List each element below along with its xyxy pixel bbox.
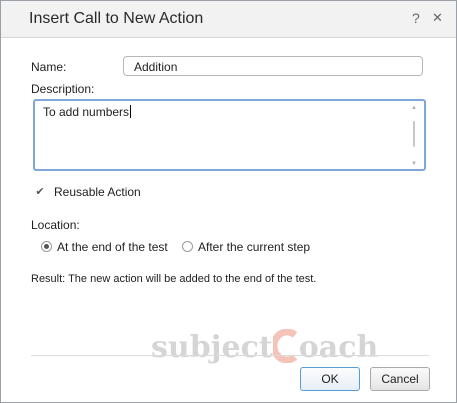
close-icon[interactable]: ✕ (432, 10, 443, 26)
location-radio-end[interactable] (41, 241, 52, 252)
footer-divider (31, 355, 429, 356)
watermark-logo-c (270, 328, 299, 364)
location-option-end[interactable]: At the end of the test (57, 240, 168, 254)
ok-button[interactable]: OK (300, 367, 360, 391)
scroll-down-icon[interactable]: ▼ (411, 161, 417, 167)
dialog-title: Insert Call to New Action (29, 10, 204, 27)
name-input[interactable]: Addition (123, 56, 423, 76)
scroll-up-icon[interactable]: ▲ (411, 105, 417, 111)
checkmark-icon: ✔ (35, 186, 45, 198)
help-icon[interactable]: ? (412, 10, 420, 26)
description-scrollbar[interactable]: ▲ ▼ (410, 103, 420, 167)
name-label: Name: (31, 60, 67, 74)
insert-call-dialog: Insert Call to New Action ? ✕ Name: Addi… (0, 0, 457, 403)
subjectcoach-watermark: subject oach (151, 328, 379, 365)
description-text: To add numbers (43, 105, 132, 119)
reusable-checkbox[interactable]: ✔ (34, 186, 46, 198)
location-label: Location: (31, 218, 80, 232)
dialog-titlebar: Insert Call to New Action ? ✕ (1, 1, 456, 38)
scroll-thumb[interactable] (413, 121, 415, 147)
reusable-label[interactable]: Reusable Action (54, 185, 141, 199)
description-label: Description: (31, 82, 95, 96)
description-textarea[interactable]: To add numbers ▲ ▼ (33, 99, 426, 171)
location-radio-after[interactable] (182, 241, 193, 252)
result-text: Result: The new action will be added to … (31, 273, 317, 285)
cancel-button[interactable]: Cancel (370, 367, 430, 391)
location-option-after[interactable]: After the current step (198, 240, 310, 254)
